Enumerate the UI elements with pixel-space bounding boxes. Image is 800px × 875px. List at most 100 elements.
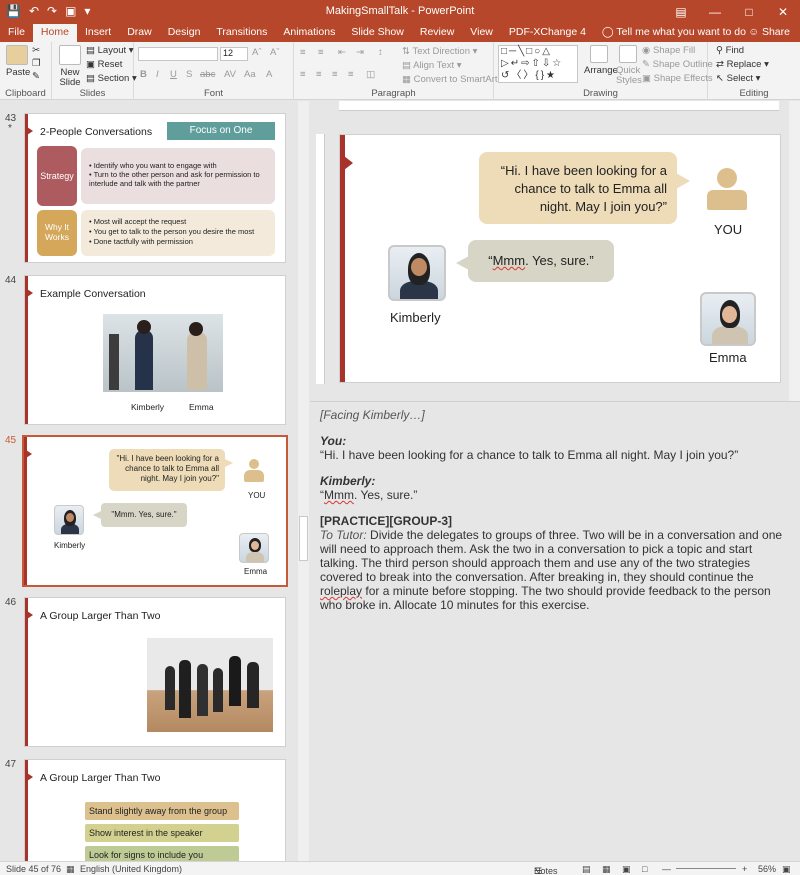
align-left-icon[interactable]: ≡ bbox=[300, 69, 306, 80]
font-color-icon[interactable]: A bbox=[266, 69, 272, 80]
quote-bubble-kimberly[interactable]: “Mmm. Yes, sure.” bbox=[468, 240, 614, 282]
tab-animations[interactable]: Animations bbox=[275, 24, 343, 42]
tab-slide-show[interactable]: Slide Show bbox=[343, 24, 412, 42]
font-size-box[interactable]: 12 bbox=[220, 47, 248, 61]
font-name-box[interactable] bbox=[138, 47, 218, 61]
new-slide-button[interactable]: New Slide bbox=[58, 45, 82, 88]
decrease-font-icon[interactable]: Aˇ bbox=[270, 47, 280, 58]
window-controls: ▤ — □ ✕ bbox=[664, 0, 800, 24]
align-center-icon[interactable]: ≡ bbox=[316, 69, 322, 80]
slide-rail bbox=[340, 135, 345, 382]
shape-fill-button[interactable]: ◉ Shape Fill bbox=[642, 45, 695, 56]
select-button[interactable]: ↖ Select ▾ bbox=[716, 73, 760, 84]
section-button[interactable]: ▤ Section ▾ bbox=[86, 73, 137, 84]
shapes-gallery[interactable]: □─╲□○△ ▷↵⇨⇧⇩☆ ↺〈〉{}★ bbox=[498, 45, 578, 83]
increase-font-icon[interactable]: Aˆ bbox=[252, 47, 262, 58]
bold-button[interactable]: B bbox=[140, 69, 147, 80]
close-button[interactable]: ✕ bbox=[766, 0, 800, 24]
tab-insert[interactable]: Insert bbox=[77, 24, 119, 42]
align-right-icon[interactable]: ≡ bbox=[332, 69, 338, 80]
ribbon: Paste ✂ ❐ ✎ Clipboard New Slide ▤ Layout… bbox=[0, 42, 800, 100]
tab-home[interactable]: Home bbox=[32, 24, 77, 42]
language-indicator[interactable]: English (United Kingdom) bbox=[80, 864, 182, 874]
tab-design[interactable]: Design bbox=[160, 24, 209, 42]
reset-icon: ▣ bbox=[86, 59, 98, 70]
thumb-slide-47[interactable]: A Group Larger Than Two Stand slightly a… bbox=[24, 759, 286, 861]
bullets-icon[interactable]: ≡ bbox=[300, 47, 306, 58]
slideshow-view-icon[interactable]: □ bbox=[642, 864, 647, 874]
fit-slide-icon[interactable]: ▣ bbox=[782, 864, 791, 875]
maximize-button[interactable]: □ bbox=[732, 0, 766, 24]
slide-sorter-icon[interactable]: ▦ bbox=[602, 864, 611, 875]
char-spacing-icon[interactable]: AV bbox=[224, 69, 236, 80]
strikethrough-button[interactable]: abc bbox=[200, 69, 215, 80]
numbering-icon[interactable]: ≡ bbox=[318, 47, 324, 58]
slide-thumbnails-pane[interactable]: 43 * 2-People Conversations Focus on One… bbox=[0, 101, 309, 861]
convert-smartart-button[interactable]: ▦ Convert to SmartArt bbox=[402, 74, 498, 85]
spellcheck-icon[interactable]: ▦ bbox=[66, 864, 75, 875]
normal-view-icon[interactable]: ▤ bbox=[582, 864, 591, 875]
thumb-kimberly-photo bbox=[54, 505, 84, 535]
change-case-icon[interactable]: Aa bbox=[244, 69, 256, 80]
text-direction-icon: ⇅ bbox=[402, 46, 413, 57]
emma-photo[interactable] bbox=[700, 292, 756, 346]
strategy-label: Strategy bbox=[37, 146, 77, 206]
clipboard-icon bbox=[6, 45, 28, 65]
paste-button[interactable]: Paste bbox=[6, 45, 30, 78]
indent-increase-icon[interactable]: ⇥ bbox=[356, 47, 364, 58]
columns-icon[interactable]: ◫ bbox=[366, 69, 375, 80]
quick-styles-button[interactable]: Quick Styles bbox=[616, 45, 642, 86]
zoom-slider[interactable] bbox=[676, 868, 736, 869]
tab-view[interactable]: View bbox=[462, 24, 501, 42]
shape-effects-button[interactable]: ▣ Shape Effects bbox=[642, 73, 713, 84]
zoom-in-icon[interactable]: + bbox=[742, 864, 747, 874]
share-button[interactable]: ☺ Share bbox=[748, 26, 790, 38]
zoom-level[interactable]: 56% bbox=[758, 864, 776, 874]
kimberly-photo[interactable] bbox=[388, 245, 446, 301]
tab-draw[interactable]: Draw bbox=[119, 24, 160, 42]
quote-bubble-you[interactable]: “Hi. I have been looking for a chance to… bbox=[479, 152, 677, 224]
find-button[interactable]: ⚲ Find bbox=[716, 45, 744, 56]
minimize-button[interactable]: — bbox=[698, 0, 732, 24]
notes-pane[interactable]: [Facing Kimberly…] You: “Hi. I have been… bbox=[310, 401, 800, 861]
thumb-slide-44[interactable]: Example Conversation Kimberly Emma bbox=[24, 275, 286, 425]
layout-button[interactable]: ▤ Layout ▾ bbox=[86, 45, 134, 56]
cut-icon[interactable]: ✂ bbox=[32, 45, 40, 56]
font-label: Font bbox=[203, 88, 223, 99]
thumb-slide-45[interactable]: "Hi. I have been looking for a chance to… bbox=[22, 435, 288, 587]
replace-button[interactable]: ⇄ Replace ▾ bbox=[716, 59, 769, 70]
scrollbar-thumb[interactable] bbox=[299, 516, 308, 561]
reset-button[interactable]: ▣ Reset bbox=[86, 59, 122, 70]
thumbnails-scrollbar[interactable] bbox=[298, 101, 309, 861]
slide-scrollbar[interactable] bbox=[789, 101, 800, 401]
underline-button[interactable]: U bbox=[170, 69, 177, 80]
line-spacing-icon[interactable]: ↕ bbox=[378, 47, 383, 58]
clipboard-group: Paste ✂ ❐ ✎ Clipboard bbox=[0, 42, 52, 100]
tab-transitions[interactable]: Transitions bbox=[208, 24, 275, 42]
indent-decrease-icon[interactable]: ⇤ bbox=[338, 47, 346, 58]
vertical-ruler bbox=[316, 134, 325, 384]
slides-group: New Slide ▤ Layout ▾ ▣ Reset ▤ Section ▾… bbox=[52, 42, 137, 100]
ribbon-display-icon[interactable]: ▤ bbox=[664, 0, 698, 24]
text-direction-button[interactable]: ⇅ Text Direction ▾ bbox=[402, 46, 477, 57]
zoom-out-icon[interactable]: — bbox=[662, 864, 671, 874]
thumb-rail bbox=[24, 437, 27, 585]
tab-review[interactable]: Review bbox=[412, 24, 462, 42]
tab-file[interactable]: File bbox=[0, 24, 33, 42]
thumb-slide-43[interactable]: 2-People Conversations Focus on One Stra… bbox=[24, 113, 286, 263]
thumb-slide-46[interactable]: A Group Larger Than Two bbox=[24, 597, 286, 747]
align-text-button[interactable]: ▤ Align Text ▾ bbox=[402, 60, 462, 71]
arrange-button[interactable]: Arrange bbox=[584, 45, 618, 76]
justify-icon[interactable]: ≡ bbox=[348, 69, 354, 80]
tab-pdf-xchange[interactable]: PDF-XChange 4 bbox=[501, 24, 594, 42]
shape-outline-button[interactable]: ✎ Shape Outline bbox=[642, 59, 713, 70]
copy-icon[interactable]: ❐ bbox=[32, 58, 41, 69]
italic-button[interactable]: I bbox=[156, 69, 159, 80]
shadow-button[interactable]: S bbox=[186, 69, 192, 80]
format-painter-icon[interactable]: ✎ bbox=[32, 71, 40, 82]
replace-icon: ⇄ bbox=[716, 59, 727, 70]
tell-me-box[interactable]: ◯ Tell me what you want to do bbox=[602, 24, 746, 42]
slide-canvas[interactable]: “Hi. I have been looking for a chance to… bbox=[339, 134, 781, 383]
thumb-you-label: YOU bbox=[248, 491, 266, 500]
reading-view-icon[interactable]: ▣ bbox=[622, 864, 631, 875]
